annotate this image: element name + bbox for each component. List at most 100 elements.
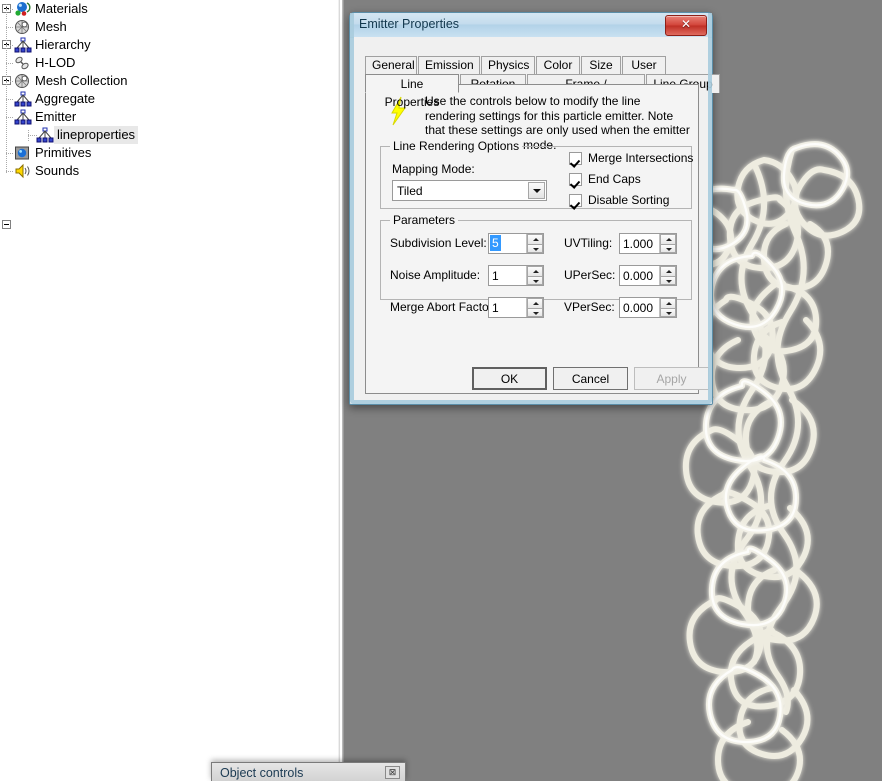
tab-size[interactable]: Size — [581, 56, 621, 74]
checkbox-label: Disable Sorting — [588, 193, 669, 207]
spin-up-icon[interactable] — [660, 266, 676, 276]
noise-amplitude-stepper[interactable] — [488, 265, 544, 286]
spin-down-icon[interactable] — [660, 308, 676, 317]
tab-user[interactable]: User — [622, 56, 666, 74]
tree-item-label: Emitter — [32, 108, 79, 126]
checkbox-merge-intersections[interactable]: Merge Intersections — [569, 151, 693, 165]
merge-abort-factor-label: Merge Abort Factor: — [390, 300, 496, 314]
tab-line-properties[interactable]: Line Properties — [365, 74, 459, 93]
ok-button[interactable]: OK — [472, 367, 547, 390]
uvtiling-input[interactable] — [620, 234, 659, 253]
tree-connector — [6, 153, 14, 154]
dialog-body: General Emission Physics Color Size User Line … — [354, 37, 708, 400]
tree-item-label: Aggregate — [32, 90, 98, 108]
tree-item-label: Primitives — [32, 144, 94, 162]
tree-item-hierarchy[interactable]: Hierarchy — [0, 36, 94, 54]
materials-icon — [14, 1, 32, 17]
tree-connector — [6, 117, 14, 118]
tree-connector — [6, 63, 14, 64]
checkbox-end-caps[interactable]: End Caps — [569, 172, 641, 186]
checkbox-box[interactable] — [569, 194, 582, 207]
vpersec-spin-buttons[interactable] — [659, 298, 676, 317]
mapping-mode-label: Mapping Mode: — [392, 162, 475, 176]
tab-label: Line Properties — [385, 77, 440, 109]
tab-label: General — [372, 58, 415, 72]
tab-physics[interactable]: Physics — [481, 56, 535, 74]
merge-abort-factor-spin-buttons[interactable] — [526, 298, 543, 317]
spin-down-icon[interactable] — [660, 244, 676, 253]
tab-label: Emission — [425, 58, 474, 72]
upersec-stepper[interactable] — [619, 265, 677, 286]
apply-button: Apply — [634, 367, 709, 390]
object-controls-window[interactable]: Object controls ⊠ — [211, 762, 406, 781]
tree-connector — [6, 171, 14, 172]
merge-abort-factor-input[interactable] — [489, 298, 526, 317]
dialog-titlebar[interactable]: Emitter Properties ✕ — [350, 13, 712, 38]
spin-down-icon[interactable] — [527, 244, 543, 253]
tab-label: Physics — [488, 58, 529, 72]
hlod-icon — [14, 55, 32, 71]
tree-item-lineproperties[interactable]: lineproperties — [0, 126, 138, 144]
panel-splitter[interactable] — [337, 0, 344, 781]
checkbox-label: Merge Intersections — [588, 151, 693, 165]
tree-item-aggregate[interactable]: Aggregate — [0, 90, 98, 108]
noise-amplitude-label: Noise Amplitude: — [390, 268, 480, 282]
sounds-icon — [14, 163, 32, 179]
spin-up-icon[interactable] — [660, 298, 676, 308]
emitter-icon — [14, 109, 32, 125]
tree-toggle-minus-icon[interactable] — [2, 220, 11, 229]
tree-item-mesh-collection[interactable]: Mesh Collection — [0, 72, 131, 90]
spin-down-icon[interactable] — [660, 276, 676, 285]
upersec-spin-buttons[interactable] — [659, 266, 676, 285]
aggregate-icon — [14, 91, 32, 107]
emitter-properties-dialog[interactable]: Emitter Properties ✕ General Emission Phys… — [349, 12, 713, 405]
merge-abort-factor-stepper[interactable] — [488, 297, 544, 318]
checkbox-disable-sorting[interactable]: Disable Sorting — [569, 193, 669, 207]
spin-down-icon[interactable] — [527, 308, 543, 317]
tab-page-line-properties: Use the controls below to modify the lin… — [365, 84, 699, 394]
object-controls-title: Object controls — [220, 766, 303, 780]
vpersec-label: VPerSec: — [564, 300, 615, 314]
spin-down-icon[interactable] — [527, 276, 543, 285]
close-icon[interactable]: ✕ — [665, 15, 707, 36]
subdivision-level-stepper[interactable]: 5 — [488, 233, 544, 254]
object-tree-panel[interactable]: MaterialsMeshHierarchyH-LODMesh Collecti… — [0, 0, 337, 781]
tab-label: Size — [589, 58, 612, 72]
tab-emission[interactable]: Emission — [418, 56, 480, 74]
uvtiling-spin-buttons[interactable] — [659, 234, 676, 253]
cancel-button[interactable]: Cancel — [553, 367, 628, 390]
spin-up-icon[interactable] — [660, 234, 676, 244]
spin-up-icon[interactable] — [527, 266, 543, 276]
mapping-mode-value: Tiled — [397, 184, 423, 198]
vpersec-input[interactable] — [620, 298, 659, 317]
primitives-icon — [14, 145, 32, 161]
tree-item-label: H-LOD — [32, 54, 78, 72]
tree-item-label: Mesh — [32, 18, 70, 36]
vpersec-stepper[interactable] — [619, 297, 677, 318]
noise-amplitude-spin-buttons[interactable] — [526, 266, 543, 285]
checkbox-box[interactable] — [569, 152, 582, 165]
tab-general[interactable]: General — [365, 56, 417, 74]
tree-item-label: lineproperties — [54, 126, 138, 144]
tab-color[interactable]: Color — [536, 56, 580, 74]
object-controls-close-icon[interactable]: ⊠ — [385, 766, 400, 779]
noise-amplitude-input[interactable] — [489, 266, 526, 285]
mapping-mode-select[interactable]: Tiled — [392, 180, 547, 201]
mesh-collection-icon — [14, 73, 32, 89]
tree-item-label: Sounds — [32, 162, 82, 180]
tree-item-label: Materials — [32, 0, 91, 18]
spin-up-icon[interactable] — [527, 298, 543, 308]
tree-connector — [6, 81, 14, 82]
spin-up-icon[interactable] — [527, 234, 543, 244]
tree-connector — [6, 4, 7, 174]
chevron-down-icon[interactable] — [528, 182, 545, 199]
subdivision-level-label: Subdivision Level: — [390, 236, 487, 250]
tree-item-primitives[interactable]: Primitives — [0, 144, 94, 162]
tab-strip[interactable]: GeneralEmissionPhysicsColorSizeUserLine … — [365, 56, 699, 85]
parameters-group: Parameters — [380, 220, 692, 300]
checkbox-box[interactable] — [569, 173, 582, 186]
uvtiling-stepper[interactable] — [619, 233, 677, 254]
upersec-input[interactable] — [620, 266, 659, 285]
subdivision-level-spin-buttons[interactable] — [526, 234, 543, 253]
tree-connector — [6, 99, 14, 100]
